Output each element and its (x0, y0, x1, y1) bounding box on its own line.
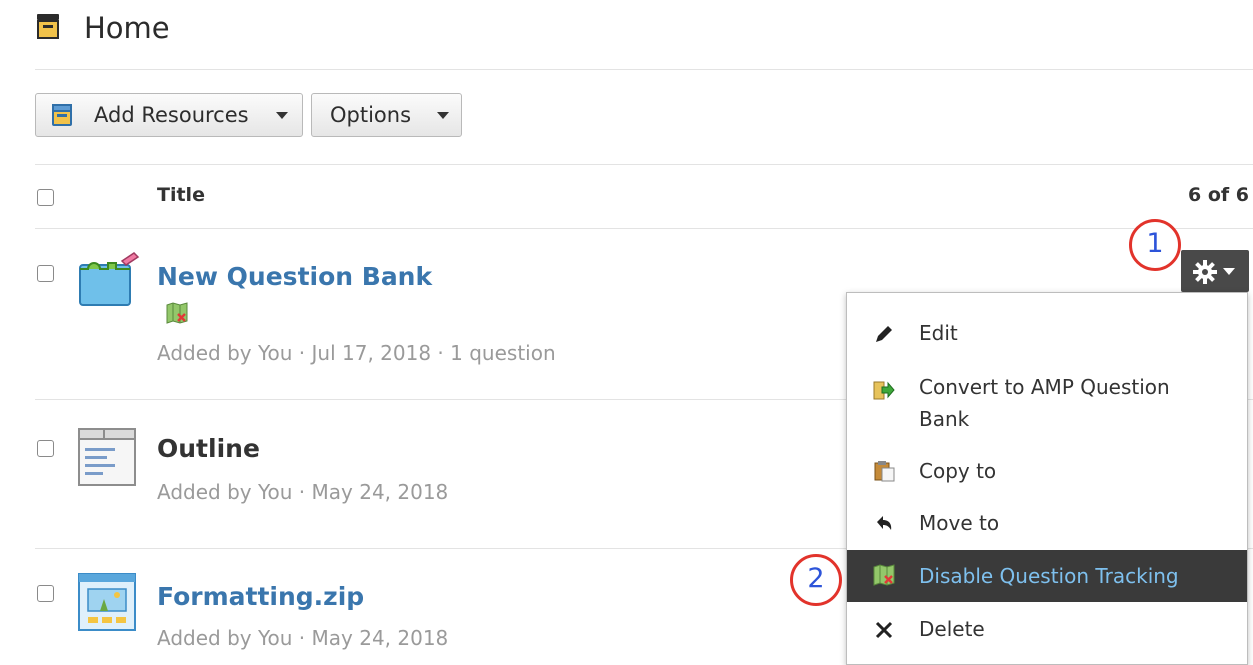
options-button[interactable]: Options (311, 93, 462, 137)
callout-marker: 2 (790, 554, 842, 606)
chevron-down-icon (1223, 268, 1235, 275)
menu-item-disable-question-tracking[interactable]: Disable Question Tracking (847, 550, 1247, 602)
item-title[interactable]: Outline (157, 434, 260, 464)
actions-dropdown-menu: Edit Convert to AMP Question Bank Copy t… (846, 292, 1248, 665)
item-title-link[interactable]: Formatting.zip (157, 582, 364, 612)
menu-item-label: Convert to AMP Question (919, 375, 1170, 399)
column-header-title: Title (157, 184, 205, 206)
zip-file-icon (78, 573, 136, 631)
callout-marker: 1 (1129, 219, 1181, 271)
actions-gear-button[interactable] (1181, 250, 1249, 292)
menu-item-delete[interactable]: Delete (847, 613, 1247, 647)
add-resources-button[interactable]: Add Resources (35, 93, 303, 137)
row-checkbox[interactable] (37, 585, 54, 602)
menu-item-label: Disable Question Tracking (919, 564, 1179, 588)
item-title-link[interactable]: New Question Bank (157, 262, 432, 292)
menu-item-label: Copy to (919, 459, 997, 483)
archive-box-icon (37, 14, 59, 39)
chevron-down-icon (437, 112, 449, 119)
menu-item-edit[interactable]: Edit (847, 317, 1247, 351)
menu-item-convert[interactable]: Convert to AMP Question Bank (847, 371, 1247, 433)
clipboard-icon (874, 461, 895, 482)
page-title: Home (84, 11, 170, 45)
options-label: Options (330, 103, 412, 127)
undo-arrow-icon (877, 516, 892, 530)
menu-item-label: Move to (919, 511, 1000, 535)
map-icon (873, 564, 895, 586)
item-meta: Added by You · Jul 17, 2018 · 1 question (157, 341, 556, 365)
item-count: 6 of 6 (1188, 184, 1249, 206)
question-bank-icon (79, 252, 140, 306)
item-meta: Added by You · May 24, 2018 (157, 480, 449, 504)
x-icon (875, 621, 893, 639)
map-icon (166, 302, 188, 324)
gear-icon (1193, 260, 1217, 284)
pencil-icon (876, 326, 892, 342)
item-meta: Added by You · May 24, 2018 (157, 626, 449, 650)
menu-item-copy-to[interactable]: Copy to (847, 455, 1247, 489)
outline-icon (78, 428, 136, 486)
menu-item-move-to[interactable]: Move to (847, 507, 1247, 541)
add-resources-label: Add Resources (94, 103, 249, 127)
menu-item-label: Bank (919, 407, 970, 431)
row-checkbox[interactable] (37, 265, 54, 282)
menu-item-label: Edit (919, 321, 958, 345)
divider (35, 164, 1253, 165)
chevron-down-icon (276, 112, 288, 119)
archive-box-icon (52, 104, 72, 126)
select-all-checkbox[interactable] (37, 189, 54, 206)
menu-item-label: Delete (919, 617, 985, 641)
divider (35, 69, 1253, 70)
convert-icon (873, 381, 895, 400)
row-checkbox[interactable] (37, 440, 54, 457)
